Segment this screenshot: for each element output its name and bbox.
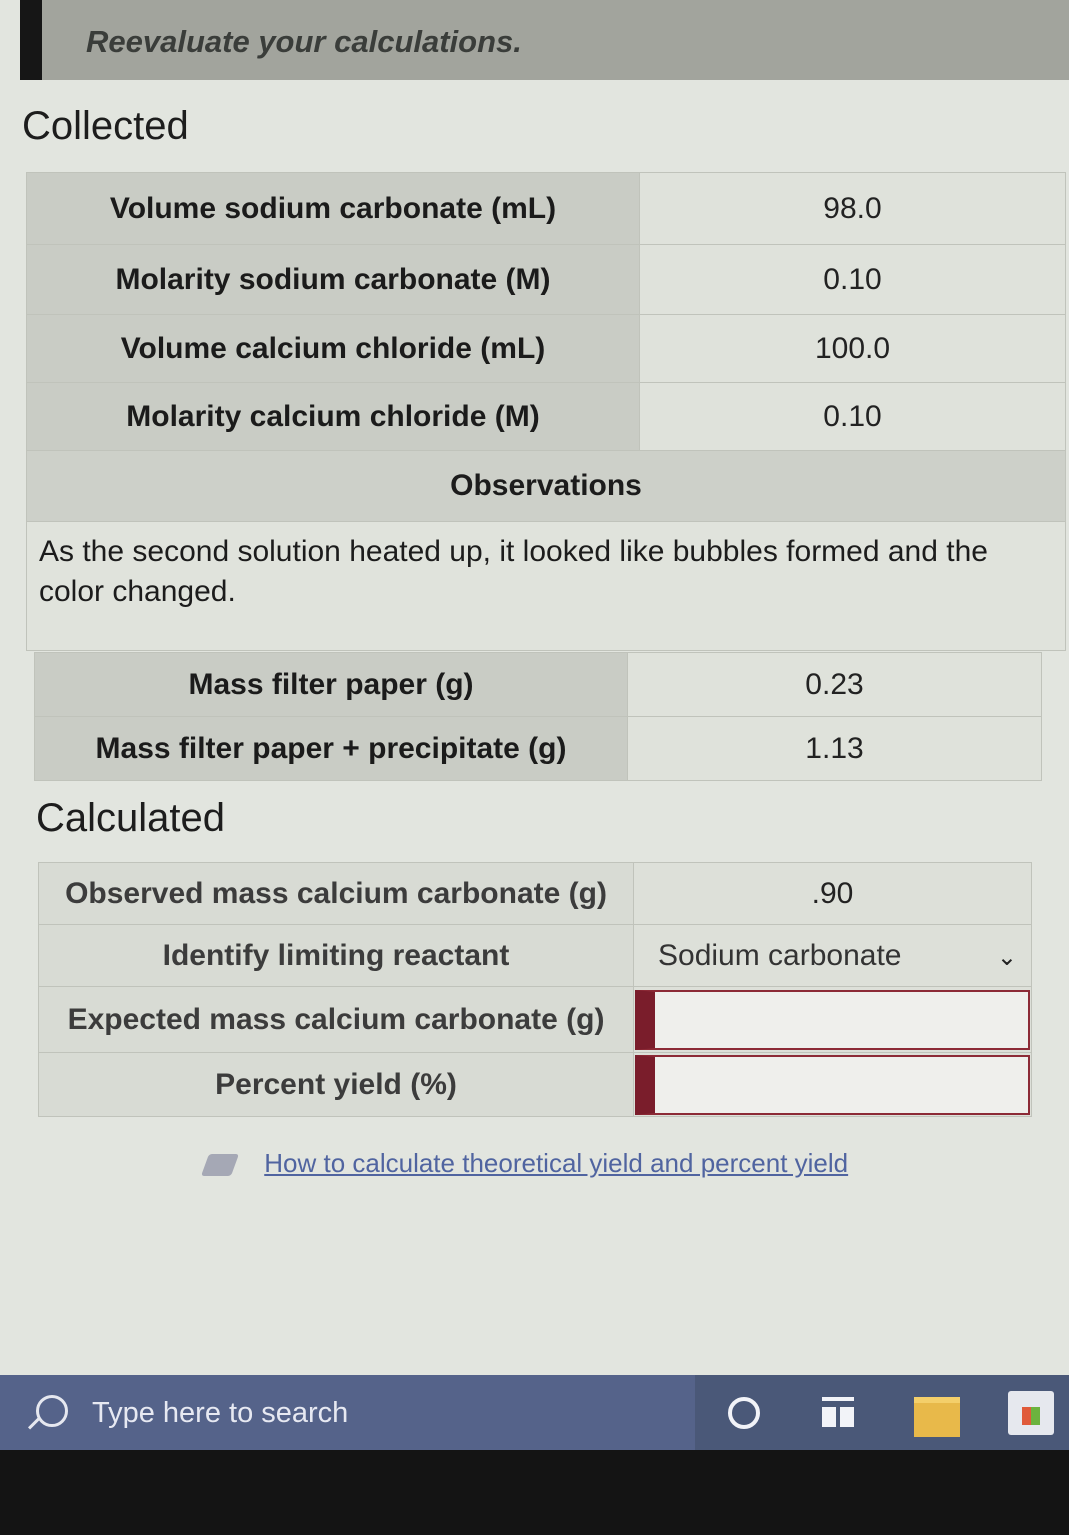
row-label: Volume calcium chloride (mL) [26, 314, 640, 383]
search-icon [36, 1395, 68, 1427]
page: Reevaluate your calculations. Collected … [0, 0, 1069, 1375]
table-row: Observed mass calcium carbonate (g) .90 [38, 862, 1032, 925]
table-row: Molarity sodium carbonate (M) 0.10 [26, 244, 1066, 315]
observations-heading-row: Observations [26, 450, 1066, 522]
collected-table: Volume sodium carbonate (mL) 98.0 Molari… [26, 172, 1066, 651]
row-value: 98.0 [639, 172, 1066, 245]
row-label: Molarity sodium carbonate (M) [26, 244, 640, 315]
feedback-banner: Reevaluate your calculations. [20, 0, 1069, 80]
expected-mass-input[interactable] [635, 989, 1030, 1050]
row-label: Mass filter paper + precipitate (g) [34, 716, 628, 781]
search-placeholder: Type here to search [92, 1397, 349, 1429]
calculated-title: Calculated [36, 796, 226, 840]
row-label: Observed mass calcium carbonate (g) [38, 862, 634, 925]
limiting-reactant-select[interactable]: Sodium carbonate ⌄ [633, 924, 1032, 987]
observations-text: As the second solution heated up, it loo… [26, 521, 1066, 651]
help-link-row: How to calculate theoretical yield and p… [200, 1148, 848, 1179]
table-row: Volume sodium carbonate (mL) 98.0 [26, 172, 1066, 245]
cortana-icon[interactable] [728, 1397, 760, 1429]
collected-title: Collected [22, 104, 189, 148]
observations-heading: Observations [26, 450, 1066, 522]
file-explorer-icon[interactable] [914, 1397, 960, 1437]
calculated-table: Observed mass calcium carbonate (g) .90 … [38, 862, 1032, 1117]
row-label: Expected mass calcium carbonate (g) [38, 986, 634, 1053]
row-label: Mass filter paper (g) [34, 652, 628, 717]
row-label: Percent yield (%) [38, 1052, 634, 1117]
table-row: Molarity calcium chloride (M) 0.10 [26, 382, 1066, 451]
percent-yield-cell [633, 1052, 1032, 1117]
store-icon[interactable] [1008, 1391, 1054, 1435]
limiting-reactant-selected: Sodium carbonate [658, 938, 902, 972]
table-row: Volume calcium chloride (mL) 100.0 [26, 314, 1066, 383]
mass-table: Mass filter paper (g) 0.23 Mass filter p… [34, 652, 1042, 781]
row-label: Volume sodium carbonate (mL) [26, 172, 640, 245]
table-row: Expected mass calcium carbonate (g) [38, 986, 1032, 1053]
chevron-down-icon[interactable]: ⌄ [997, 943, 1017, 972]
observed-mass-value[interactable]: .90 [633, 862, 1032, 925]
table-row: Percent yield (%) [38, 1052, 1032, 1117]
taskbar: Type here to search [0, 1375, 1069, 1450]
table-row: Identify limiting reactant Sodium carbon… [38, 924, 1032, 987]
row-label: Molarity calcium chloride (M) [26, 382, 640, 451]
percent-yield-input[interactable] [635, 1054, 1030, 1115]
row-value: 0.10 [639, 244, 1066, 315]
row-value: 0.23 [627, 652, 1042, 717]
expected-mass-cell [633, 986, 1032, 1053]
monitor-bezel [0, 1450, 1069, 1535]
help-link[interactable]: How to calculate theoretical yield and p… [264, 1148, 848, 1178]
feedback-message: Reevaluate your calculations. [86, 24, 522, 59]
row-label: Identify limiting reactant [38, 924, 634, 987]
row-value: 100.0 [639, 314, 1066, 383]
task-view-icon[interactable] [822, 1397, 854, 1427]
observations-text-row: As the second solution heated up, it loo… [26, 521, 1066, 651]
table-row: Mass filter paper + precipitate (g) 1.13 [34, 716, 1042, 781]
table-row: Mass filter paper (g) 0.23 [34, 652, 1042, 717]
row-value: 1.13 [627, 716, 1042, 781]
row-value: 0.10 [639, 382, 1066, 451]
tag-icon [200, 1154, 240, 1177]
taskbar-search[interactable]: Type here to search [0, 1375, 695, 1450]
